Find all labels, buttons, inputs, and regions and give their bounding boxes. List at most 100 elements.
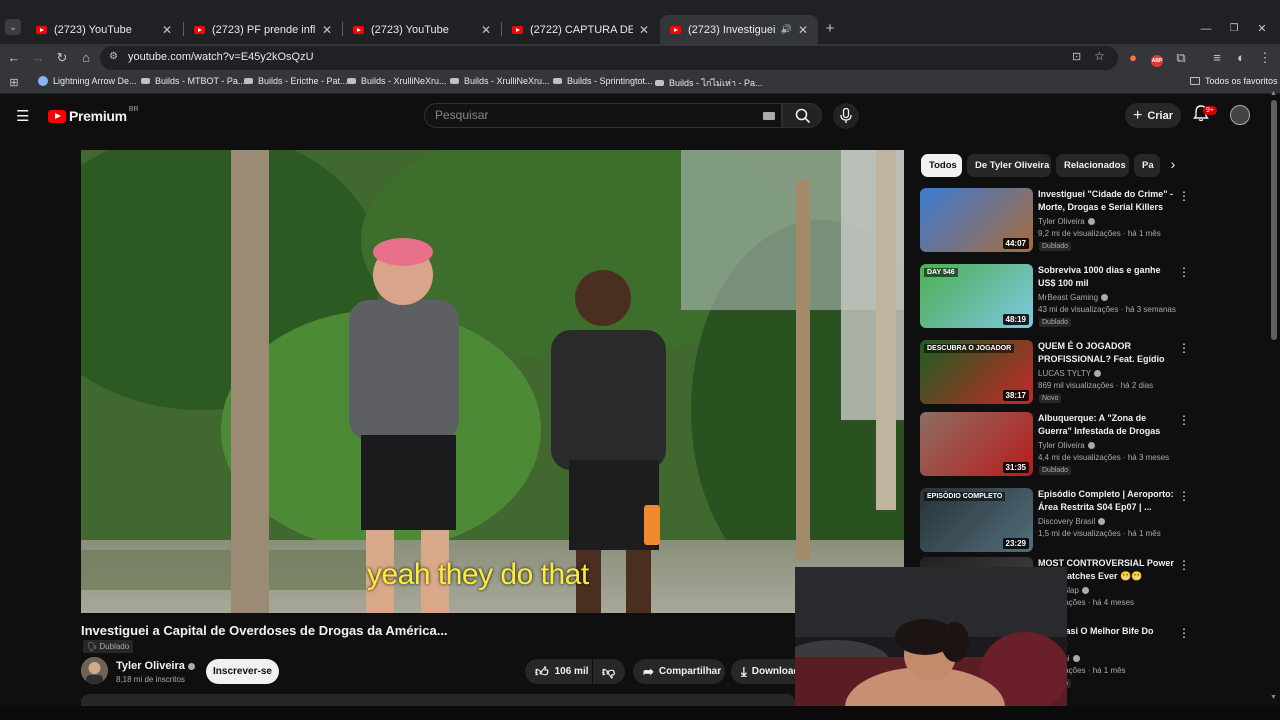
home-icon[interactable]: ⌂ [76,48,96,68]
search-button[interactable] [782,103,822,128]
browser-menu-icon[interactable]: ⋮ [1255,48,1275,68]
profile-icon[interactable]: ◐ [1231,48,1251,68]
bookmark-item[interactable]: Builds - MTBOT - Pa... [141,76,245,86]
browser-tab-strip: ⌄ (2723) YouTube ✕ (2723) PF prende infl… [0,0,1280,44]
more-options-icon[interactable]: ⋮ [1178,489,1190,503]
related-video-badge: Dublado [1039,242,1072,251]
more-options-icon[interactable]: ⋮ [1178,413,1190,427]
hamburger-menu-icon[interactable]: ☰ [16,107,29,125]
related-video-title[interactable]: Sobreviva 1000 dias e ganhe US$ 100 mil [1038,264,1176,290]
related-video-title[interactable]: Episódio Completo | Aeroporto: Área Rest… [1038,488,1176,514]
related-video-item[interactable]: DESCUBRA O JOGADOR 38:17 QUEM É O JOGADOR … [920,340,1190,406]
share-arrow-icon: ➦ [643,663,654,679]
keyboard-icon[interactable] [763,112,775,120]
related-channel-name[interactable]: MrBeast Gaming [1038,293,1109,302]
more-options-icon[interactable]: ⋮ [1178,341,1190,355]
browser-tab[interactable]: (2723) PF prende influencer Buzeira ✕ [184,15,342,44]
related-channel-name[interactable]: Tyler Oliveira [1038,217,1095,226]
channel-name[interactable]: Tyler Oliveira [116,660,195,672]
bookmark-item[interactable]: Builds - Sprintingtot... [553,76,653,86]
related-video-meta: 4,4 mi de visualizações · há 3 meses [1038,453,1170,462]
video-thumbnail[interactable]: 31:35 [920,412,1033,476]
related-video-title[interactable]: QUEM É O JOGADOR PROFISSIONAL? Feat. Egí… [1038,340,1176,366]
more-options-icon[interactable]: ⋮ [1178,626,1190,640]
video-player[interactable] [81,150,904,613]
back-icon[interactable]: ← [4,48,24,68]
reload-icon[interactable]: ↻ [52,48,72,68]
related-video-title[interactable]: Investiguei "Cidade do Crime" - Morte, D… [1038,188,1176,214]
like-button[interactable]: 👍︎ 106 mil [525,659,592,684]
browser-tab-active[interactable]: (2723) Investiguei a Capital de Overdose… [660,15,818,44]
chevron-right-icon[interactable]: › [1164,156,1182,172]
related-video-item[interactable]: 31:35 Albuquerque: A "Zona de Guerra" Inf… [920,412,1190,478]
tab-title: (2723) Investiguei a Capital de Overdose… [688,23,775,36]
related-video-item[interactable]: 44:07 Investiguei "Cidade do Crime" - Mor… [920,188,1190,254]
related-video-item[interactable]: DAY 546 48:19 Sobreviva 1000 dias e ganhe … [920,264,1190,330]
close-tab-icon[interactable]: ✕ [798,23,808,37]
related-channel-name[interactable]: Discovery Brasil [1038,517,1106,526]
site-info-icon[interactable]: ⚙ [109,51,118,62]
more-options-icon[interactable]: ⋮ [1178,265,1190,279]
scroll-up-icon[interactable]: ▲ [1270,90,1277,97]
media-control-icon[interactable]: ≡ [1207,48,1227,68]
voice-search-button[interactable] [833,103,859,129]
related-channel-name[interactable]: Tyler Oliveira [1038,441,1095,450]
minimize-icon[interactable]: — [1196,19,1216,39]
bookmark-star-icon[interactable]: ☆ [1094,49,1105,63]
restore-icon[interactable]: ❐ [1224,19,1244,39]
forward-icon[interactable]: → [28,48,48,68]
speaker-icon[interactable]: 🔊 [781,24,792,35]
channel-avatar[interactable] [81,657,108,684]
video-thumbnail[interactable]: DESCUBRA O JOGADOR 38:17 [920,340,1033,404]
bookmark-favicon-icon [347,78,356,84]
install-app-icon[interactable]: ⊡ [1072,50,1081,63]
chip-partial[interactable]: Pa [1134,154,1160,177]
related-video-title[interactable]: Albuquerque: A "Zona de Guerra" Infestad… [1038,412,1176,438]
video-thumbnail[interactable]: DAY 546 48:19 [920,264,1033,328]
more-options-icon[interactable]: ⋮ [1178,558,1190,572]
browser-tab[interactable]: (2723) YouTube ✕ [343,15,501,44]
close-tab-icon[interactable]: ✕ [481,23,491,37]
close-tab-icon[interactable]: ✕ [639,23,649,37]
apps-grid-icon[interactable]: ⊞ [4,73,24,93]
more-options-icon[interactable]: ⋮ [1178,189,1190,203]
bookmark-item[interactable]: Builds - Ericthe - Pat... [244,76,348,86]
close-tab-icon[interactable]: ✕ [322,23,332,37]
bookmark-item[interactable]: Lightning Arrow De... [38,76,137,86]
bookmark-item[interactable]: Builds - XrulliNeXru... [347,76,447,86]
adblock-icon[interactable]: ABP [1147,48,1167,68]
tab-search-icon[interactable]: ⌄ [5,19,21,35]
video-frame [81,150,904,613]
extensions-puzzle-icon[interactable]: ⧉ [1171,48,1191,68]
related-video-item[interactable]: EPISÓDIO COMPLETO 23:29 Episódio Completo … [920,488,1190,554]
create-button[interactable]: + Criar [1125,103,1181,128]
page-scrollbar[interactable] [1271,100,1277,340]
close-tab-icon[interactable]: ✕ [162,23,172,37]
search-input[interactable] [435,108,735,122]
browser-tab[interactable]: (2722) CAPTURA DE UM DOS BANDIDOS ✕ [502,15,659,44]
video-thumbnail[interactable]: EPISÓDIO COMPLETO 23:29 [920,488,1033,552]
dislike-button[interactable]: 👎︎ [593,659,625,684]
new-tab-icon[interactable]: + [820,19,840,39]
chip-from-channel[interactable]: De Tyler Oliveira [967,154,1051,177]
bookmark-item[interactable]: Builds - XrulliNeXru... [450,76,550,86]
account-avatar[interactable] [1230,105,1250,125]
close-window-icon[interactable]: ✕ [1252,19,1272,39]
chip-all[interactable]: Todos [921,154,962,177]
extension-fox-icon[interactable]: ● [1123,48,1143,68]
video-thumbnail[interactable]: 44:07 [920,188,1033,252]
share-button[interactable]: ➦ Compartilhar [633,659,725,684]
scroll-down-icon[interactable]: ▼ [1270,694,1277,701]
notification-count-badge: 9+ [1203,106,1217,115]
address-bar[interactable]: ⚙ youtube.com/watch?v=E45y2kOsQzU ⊡ ☆ [100,46,1118,70]
chip-related[interactable]: Relacionados [1056,154,1129,177]
youtube-header: ☰ Premium BR + Criar [0,94,1280,136]
folder-icon [1190,77,1200,85]
download-button[interactable]: ⤓ Download [731,659,795,684]
browser-tab[interactable]: (2723) YouTube ✕ [26,15,182,44]
bookmark-item[interactable]: Builds - ไก่ไม่เห่า - Pa... [655,76,763,90]
all-bookmarks-folder[interactable]: Todos os favoritos [1190,76,1278,86]
subscribe-button[interactable]: Inscrever-se [206,659,279,684]
youtube-premium-logo[interactable]: Premium BR [48,106,139,124]
related-channel-name[interactable]: LUCAS TYLTY [1038,369,1102,378]
